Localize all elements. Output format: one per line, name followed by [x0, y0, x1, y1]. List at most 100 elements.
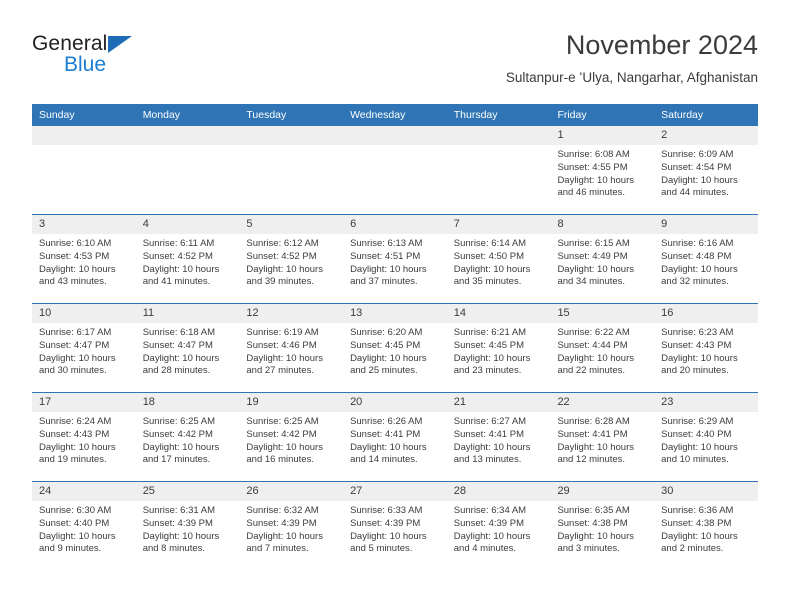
day-details: Sunrise: 6:17 AM Sunset: 4:47 PM Daylight:…	[32, 323, 136, 378]
sunrise-text: Sunrise: 6:35 AM	[557, 505, 630, 516]
weekday-header-row: Sunday Monday Tuesday Wednesday Thursday…	[32, 104, 758, 126]
calendar-day-cell[interactable]: 18 Sunrise: 6:25 AM Sunset: 4:42 PM Dayligh…	[135, 392, 240, 482]
calendar-day-cell[interactable]: 12 Sunrise: 6:19 AM Sunset: 4:46 PM Dayligh…	[239, 303, 344, 393]
calendar-day-cell[interactable]: 10 Sunrise: 6:17 AM Sunset: 4:47 PM Dayligh…	[32, 303, 136, 393]
daylight-text-line1: Daylight: 10 hours	[453, 263, 531, 275]
calendar-cell-empty	[32, 126, 136, 215]
sunrise-text: Sunrise: 6:30 AM	[39, 505, 112, 516]
day-number: 1	[550, 126, 655, 145]
day-number: 23	[654, 393, 758, 412]
calendar-day-cell[interactable]: 11 Sunrise: 6:18 AM Sunset: 4:47 PM Dayligh…	[135, 303, 240, 393]
daylight-text-line2: and 19 minutes.	[39, 454, 107, 466]
daylight-text-line2: and 2 minutes.	[661, 543, 724, 555]
daylight-text-line2: and 4 minutes.	[453, 543, 517, 555]
daylight-text-line2: and 23 minutes.	[453, 365, 522, 377]
calendar-day-cell[interactable]: 28 Sunrise: 6:34 AM Sunset: 4:39 PM Dayligh…	[446, 481, 551, 570]
sunrise-text: Sunrise: 6:18 AM	[142, 327, 216, 338]
daylight-text-line1: Daylight: 10 hours	[142, 441, 220, 453]
sunrise-text: Sunrise: 6:14 AM	[453, 238, 527, 249]
sunset-text: Sunset: 4:42 PM	[246, 428, 317, 440]
sunrise-text: Sunrise: 6:19 AM	[246, 327, 319, 338]
calendar-day-cell[interactable]: 20 Sunrise: 6:26 AM Sunset: 4:41 PM Dayligh…	[343, 392, 447, 482]
sunrise-text: Sunrise: 6:25 AM	[142, 416, 216, 427]
day-details: Sunrise: 6:09 AM Sunset: 4:54 PM Daylight:…	[654, 145, 758, 200]
sunset-text: Sunset: 4:39 PM	[350, 517, 421, 529]
calendar-day-cell[interactable]: 22 Sunrise: 6:28 AM Sunset: 4:41 PM Dayligh…	[550, 392, 655, 482]
calendar-cell-empty	[343, 126, 447, 215]
day-details: Sunrise: 6:22 AM Sunset: 4:44 PM Daylight:…	[550, 323, 654, 378]
sunset-text: Sunset: 4:52 PM	[142, 250, 213, 262]
calendar-day-cell[interactable]: 13 Sunrise: 6:20 AM Sunset: 4:45 PM Dayligh…	[343, 303, 447, 393]
day-number: 10	[32, 304, 136, 323]
calendar-day-cell[interactable]: 24 Sunrise: 6:30 AM Sunset: 4:40 PM Dayligh…	[32, 481, 136, 570]
calendar-body: 1 Sunrise: 6:08 AM Sunset: 4:55 PM Daylight…	[32, 126, 758, 570]
calendar-day-cell[interactable]: 4 Sunrise: 6:11 AM Sunset: 4:52 PM Daylight…	[135, 214, 240, 304]
calendar-day-cell[interactable]: 29 Sunrise: 6:35 AM Sunset: 4:38 PM Dayligh…	[550, 481, 655, 570]
calendar-day-cell[interactable]: 9 Sunrise: 6:16 AM Sunset: 4:48 PM Daylight…	[654, 214, 758, 304]
day-number: 4	[135, 215, 240, 234]
calendar-day-cell[interactable]: 27 Sunrise: 6:33 AM Sunset: 4:39 PM Dayligh…	[343, 481, 447, 570]
page-title: November 2024	[565, 30, 758, 60]
daylight-text-line1: Daylight: 10 hours	[661, 441, 738, 453]
calendar-day-cell[interactable]: 19 Sunrise: 6:25 AM Sunset: 4:42 PM Dayligh…	[239, 392, 344, 482]
calendar-day-cell[interactable]: 30 Sunrise: 6:36 AM Sunset: 4:38 PM Dayligh…	[654, 481, 758, 570]
daylight-text-line2: and 28 minutes.	[142, 365, 211, 377]
calendar-day-cell[interactable]: 25 Sunrise: 6:31 AM Sunset: 4:39 PM Dayligh…	[135, 481, 240, 570]
daylight-text-line1: Daylight: 10 hours	[39, 530, 116, 542]
sunset-text: Sunset: 4:40 PM	[661, 428, 732, 440]
day-details: Sunrise: 6:24 AM Sunset: 4:43 PM Daylight:…	[32, 412, 136, 467]
day-number: 11	[135, 304, 240, 323]
sunset-text: Sunset: 4:49 PM	[557, 250, 628, 262]
weekday-header-monday: Monday	[135, 104, 240, 126]
calendar-day-cell[interactable]: 6 Sunrise: 6:13 AM Sunset: 4:51 PM Daylight…	[343, 214, 447, 304]
day-number	[32, 126, 136, 145]
calendar-day-cell[interactable]: 2 Sunrise: 6:09 AM Sunset: 4:54 PM Daylight…	[654, 126, 758, 215]
day-details: Sunrise: 6:23 AM Sunset: 4:43 PM Daylight:…	[654, 323, 758, 378]
day-details: Sunrise: 6:16 AM Sunset: 4:48 PM Daylight:…	[654, 234, 758, 289]
calendar-cell-empty	[135, 126, 240, 215]
daylight-text-line2: and 13 minutes.	[453, 454, 522, 466]
sunset-text: Sunset: 4:53 PM	[39, 250, 110, 262]
calendar-day-cell[interactable]: 5 Sunrise: 6:12 AM Sunset: 4:52 PM Daylight…	[239, 214, 344, 304]
daylight-text-line2: and 17 minutes.	[142, 454, 211, 466]
sunset-text: Sunset: 4:47 PM	[39, 339, 110, 351]
daylight-text-line2: and 46 minutes.	[557, 187, 626, 199]
calendar-day-cell[interactable]: 17 Sunrise: 6:24 AM Sunset: 4:43 PM Dayligh…	[32, 392, 136, 482]
calendar-day-cell[interactable]: 15 Sunrise: 6:22 AM Sunset: 4:44 PM Dayligh…	[550, 303, 655, 393]
calendar-day-cell[interactable]: 1 Sunrise: 6:08 AM Sunset: 4:55 PM Daylight…	[550, 126, 655, 215]
day-details: Sunrise: 6:12 AM Sunset: 4:52 PM Daylight:…	[239, 234, 343, 289]
daylight-text-line1: Daylight: 10 hours	[453, 441, 531, 453]
sunrise-text: Sunrise: 6:33 AM	[350, 505, 423, 516]
sunset-text: Sunset: 4:43 PM	[39, 428, 110, 440]
day-details: Sunrise: 6:08 AM Sunset: 4:55 PM Daylight:…	[550, 145, 654, 200]
daylight-text-line1: Daylight: 10 hours	[557, 263, 635, 275]
daylight-text-line1: Daylight: 10 hours	[661, 263, 738, 275]
calendar-day-cell[interactable]: 16 Sunrise: 6:23 AM Sunset: 4:43 PM Dayligh…	[654, 303, 758, 393]
calendar-day-cell[interactable]: 26 Sunrise: 6:32 AM Sunset: 4:39 PM Dayligh…	[239, 481, 344, 570]
weekday-header-sunday: Sunday	[32, 104, 136, 126]
sunset-text: Sunset: 4:51 PM	[350, 250, 421, 262]
day-details: Sunrise: 6:26 AM Sunset: 4:41 PM Daylight:…	[343, 412, 447, 467]
sunrise-text: Sunrise: 6:24 AM	[39, 416, 112, 427]
calendar-week-row: 1 Sunrise: 6:08 AM Sunset: 4:55 PM Daylight…	[32, 126, 758, 215]
day-number: 17	[32, 393, 136, 412]
daylight-text-line1: Daylight: 10 hours	[142, 352, 220, 364]
day-number: 16	[654, 304, 758, 323]
daylight-text-line1: Daylight: 10 hours	[350, 530, 427, 542]
calendar-day-cell[interactable]: 8 Sunrise: 6:15 AM Sunset: 4:49 PM Daylight…	[550, 214, 655, 304]
calendar-day-cell[interactable]: 3 Sunrise: 6:10 AM Sunset: 4:53 PM Daylight…	[32, 214, 136, 304]
calendar-day-cell[interactable]: 21 Sunrise: 6:27 AM Sunset: 4:41 PM Dayligh…	[446, 392, 551, 482]
day-details: Sunrise: 6:10 AM Sunset: 4:53 PM Daylight:…	[32, 234, 136, 289]
generalblue-logo: General Blue	[32, 32, 212, 84]
calendar-day-cell[interactable]: 14 Sunrise: 6:21 AM Sunset: 4:45 PM Dayligh…	[446, 303, 551, 393]
day-number: 19	[239, 393, 344, 412]
daylight-text-line2: and 34 minutes.	[557, 276, 626, 288]
calendar-day-cell[interactable]: 7 Sunrise: 6:14 AM Sunset: 4:50 PM Daylight…	[446, 214, 551, 304]
calendar-page: General Blue November 2024 Sultanpur-e ʻ…	[0, 0, 792, 612]
day-details: Sunrise: 6:18 AM Sunset: 4:47 PM Daylight:…	[136, 323, 240, 378]
calendar-day-cell[interactable]: 23 Sunrise: 6:29 AM Sunset: 4:40 PM Dayligh…	[654, 392, 758, 482]
daylight-text-line1: Daylight: 10 hours	[39, 441, 116, 453]
sunrise-text: Sunrise: 6:22 AM	[557, 327, 630, 338]
daylight-text-line2: and 41 minutes.	[142, 276, 211, 288]
day-details: Sunrise: 6:27 AM Sunset: 4:41 PM Daylight:…	[447, 412, 551, 467]
